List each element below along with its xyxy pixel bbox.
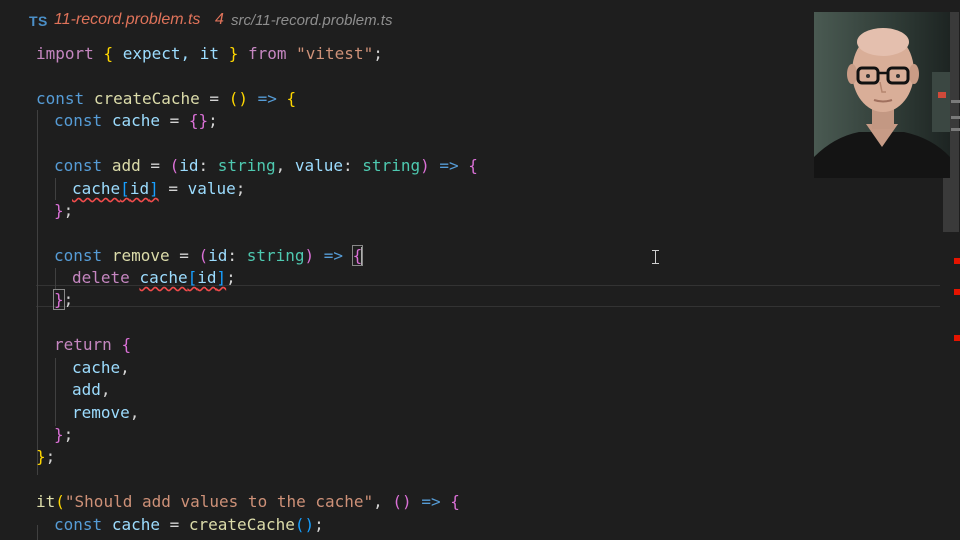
text-cursor-icon [651, 250, 660, 264]
error-squiggle: cache[id] [139, 268, 227, 287]
code-line: }; [53, 289, 74, 310]
indent-guide [55, 268, 56, 290]
code-line: remove, [72, 403, 140, 422]
overview-ruler-mark [951, 116, 960, 119]
presenter-video [814, 12, 950, 178]
typescript-file-icon: TS [29, 13, 48, 29]
overview-ruler-mark [951, 128, 960, 131]
webcam-overlay [814, 12, 950, 178]
code-line: cache, [72, 358, 130, 377]
indent-guide [37, 525, 38, 540]
error-marker [954, 289, 960, 295]
code-line: }; [36, 447, 56, 466]
error-marker [954, 258, 960, 264]
tab-file-path: src/11-record.problem.ts [231, 12, 393, 29]
text-cursor [361, 247, 364, 266]
code-line: const cache = {}; [54, 111, 218, 130]
code-line: it("Should add values to the cache", () … [36, 492, 460, 511]
error-squiggle: cache[id] [72, 179, 159, 198]
code-line: }; [54, 425, 74, 444]
indent-guide [55, 358, 56, 426]
code-line: const createCache = () => { [36, 89, 297, 108]
code-line: }; [54, 201, 74, 220]
problem-count-badge: 4 [215, 11, 224, 28]
code-line: return { [54, 335, 132, 354]
code-line: add, [72, 380, 111, 399]
code-line: const cache = createCache(); [54, 515, 324, 534]
code-line-active: const remove = (id: string) => { [54, 245, 364, 266]
indent-guide [37, 110, 38, 475]
tab-filename[interactable]: 11-record.problem.ts [54, 11, 200, 29]
code-line: delete cache[id]; [72, 268, 236, 287]
error-marker [954, 335, 960, 341]
indent-guide [55, 178, 56, 200]
overview-ruler-mark [951, 100, 960, 103]
code-line: cache[id] = value; [72, 179, 246, 198]
code-line: const add = (id: string, value: string) … [54, 156, 478, 175]
code-line: import { expect, it } from "vitest"; [36, 44, 383, 63]
